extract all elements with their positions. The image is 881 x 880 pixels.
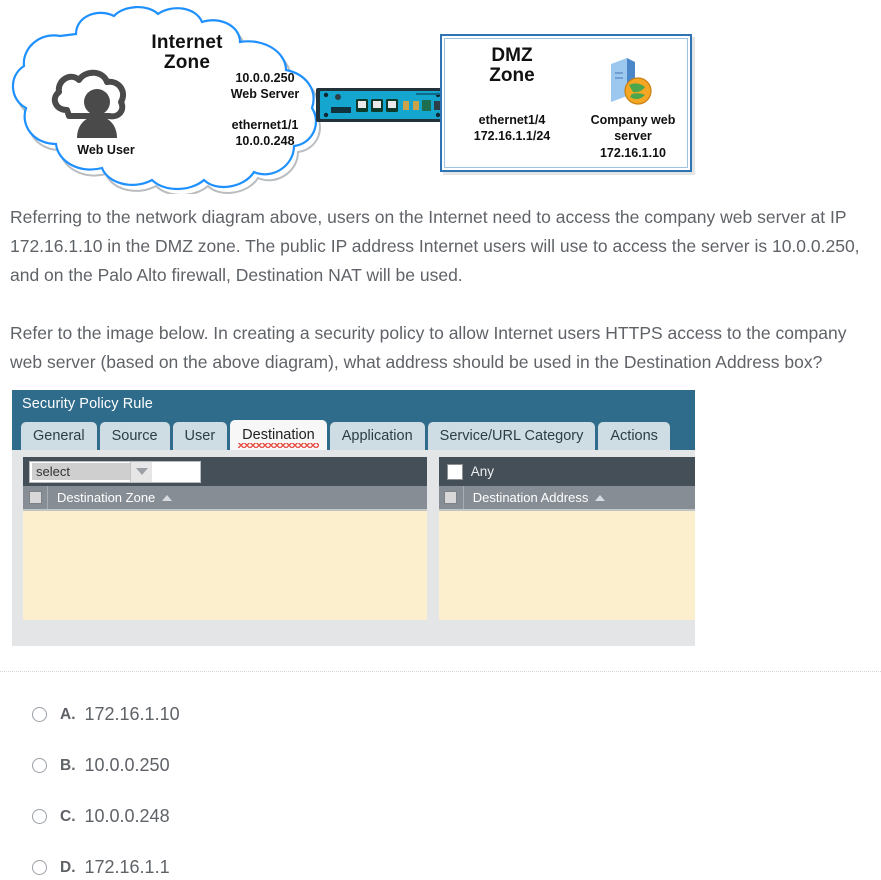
tab-user-label: User — [184, 428, 216, 444]
answer-a-letter: A. — [60, 705, 76, 723]
tab-application[interactable]: Application — [329, 422, 425, 450]
dmz-zone-box: DMZ Zone ethernet1/4 172.16.1.1/24 Compa… — [440, 34, 692, 172]
web-user-icon — [45, 64, 137, 142]
internet-zone-title: Internet Zone — [128, 33, 246, 73]
any-checkbox[interactable] — [446, 463, 463, 480]
radio-c[interactable] — [32, 809, 47, 824]
answer-b-value: 10.0.0.250 — [84, 755, 170, 775]
answer-d-letter: D. — [60, 858, 76, 876]
dmz-server-ip: 172.16.1.10 — [599, 145, 667, 160]
internet-zone-title-line1: Internet — [151, 32, 223, 53]
any-label: Any — [470, 464, 494, 479]
destination-address-column-label: Destination Address — [472, 490, 589, 505]
destination-zone-panel: select Destination Zone — [23, 457, 427, 646]
destination-zone-column-header: Destination Zone — [23, 486, 427, 510]
question-paragraph-1: Referring to the network diagram above, … — [10, 207, 860, 285]
dmz-server-label: Company web server 172.16.1.10 — [572, 112, 694, 161]
firewall-eth1-1-label: ethernet1/1 10.0.0.248 — [205, 117, 325, 149]
destination-zone-select[interactable]: select — [29, 460, 201, 483]
destination-address-panel: Any Destination Address — [438, 457, 695, 646]
tab-actions[interactable]: Actions — [598, 422, 670, 450]
dialog-tab-bar: General Source User Destination Applicat… — [12, 420, 695, 450]
destination-address-toolbar: Any — [438, 457, 695, 486]
dialog-title: Security Policy Rule — [12, 390, 695, 420]
tab-general[interactable]: General — [21, 422, 97, 450]
web-user-label: Web User — [77, 143, 135, 157]
tab-actions-label: Actions — [610, 428, 658, 444]
chevron-down-icon[interactable] — [130, 461, 152, 482]
web-server-text: Web Server — [230, 87, 300, 101]
radio-d[interactable] — [32, 860, 47, 875]
dmz-zone-title-line2: Zone — [489, 64, 535, 86]
tab-destination-label: Destination — [242, 427, 315, 443]
destination-zone-list[interactable] — [23, 510, 427, 620]
destination-zone-column-label: Destination Zone — [57, 490, 156, 505]
firewall-interface-name: ethernet1/1 — [231, 118, 299, 132]
firewall-interface-ip: 10.0.0.248 — [235, 134, 295, 148]
tab-destination[interactable]: Destination — [230, 420, 327, 450]
dmz-zone-title-line1: DMZ — [491, 45, 533, 66]
answer-options: A. 172.16.1.10 B. 10.0.0.250 C. 10.0.0.2… — [0, 689, 881, 880]
answer-option-b[interactable]: B. 10.0.0.250 — [0, 740, 881, 791]
answer-b-letter: B. — [60, 756, 76, 774]
destination-address-any-row[interactable]: Any — [446, 463, 494, 480]
dialog-body: select Destination Zone Any Destination … — [12, 450, 695, 646]
internet-zone-title-line2: Zone — [163, 51, 211, 73]
destination-address-sort-control[interactable]: Destination Address — [464, 490, 606, 505]
answer-d-value: 172.16.1.1 — [84, 857, 170, 877]
section-divider — [0, 671, 881, 672]
dmz-interface-name: ethernet1/4 — [478, 113, 546, 127]
web-server-ip-label: 10.0.0.250 Web Server — [205, 70, 325, 102]
destination-address-column-header: Destination Address — [438, 486, 695, 510]
radio-a[interactable] — [32, 707, 47, 722]
answer-option-c[interactable]: C. 10.0.0.248 — [0, 791, 881, 842]
sort-ascending-icon — [162, 494, 173, 501]
security-policy-rule-dialog: Security Policy Rule General Source User… — [12, 390, 695, 646]
destination-zone-select-all-checkbox[interactable] — [23, 486, 48, 509]
destination-zone-toolbar: select — [23, 457, 427, 486]
tab-service-url-category-label: Service/URL Category — [439, 428, 584, 444]
tab-user[interactable]: User — [172, 422, 228, 450]
destination-zone-select-value: select — [32, 463, 130, 480]
spellcheck-squiggle-icon — [238, 443, 319, 448]
tab-source-label: Source — [111, 428, 158, 444]
network-diagram: Internet Zone Web User 10.0.0.250 Web Se… — [0, 0, 881, 196]
dmz-interface-label: ethernet1/4 172.16.1.1/24 — [444, 112, 580, 145]
dmz-interface-ip: 172.16.1.1/24 — [473, 129, 551, 144]
destination-address-select-all-checkbox[interactable] — [439, 486, 464, 509]
web-server-ip-value: 10.0.0.250 — [235, 71, 295, 85]
answer-a-value: 172.16.1.10 — [84, 704, 180, 724]
radio-b[interactable] — [32, 758, 47, 773]
palo-alto-firewall-icon — [316, 88, 448, 122]
question-paragraph-2: Refer to the image below. In creating a … — [10, 323, 847, 372]
tab-service-url-category[interactable]: Service/URL Category — [427, 422, 596, 450]
tab-general-label: General — [33, 428, 85, 444]
destination-zone-sort-control[interactable]: Destination Zone — [48, 490, 173, 505]
destination-address-list[interactable] — [438, 510, 695, 620]
dmz-server-name: Company web server — [590, 113, 676, 144]
tab-source[interactable]: Source — [99, 422, 170, 450]
sort-ascending-icon — [595, 494, 606, 501]
answer-option-a[interactable]: A. 172.16.1.10 — [0, 689, 881, 740]
dmz-zone-title: DMZ Zone — [452, 46, 572, 86]
question-text: Referring to the network diagram above, … — [10, 203, 876, 377]
question-page: Internet Zone Web User 10.0.0.250 Web Se… — [0, 0, 881, 880]
answer-c-value: 10.0.0.248 — [84, 806, 170, 826]
answer-option-d[interactable]: D. 172.16.1.1 — [0, 842, 881, 880]
tab-application-label: Application — [341, 428, 413, 444]
answer-c-letter: C. — [60, 807, 76, 825]
web-server-icon — [599, 54, 655, 110]
